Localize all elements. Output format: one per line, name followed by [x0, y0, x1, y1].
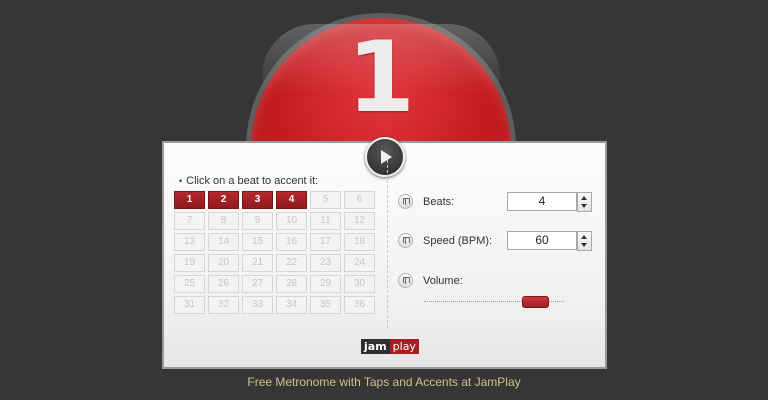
beat-cell[interactable]: 16 — [276, 233, 307, 251]
beat-cell[interactable]: 12 — [344, 212, 375, 230]
current-beat-number: 1 — [346, 21, 416, 135]
logo-part-play: play — [389, 339, 419, 354]
beat-cell[interactable]: 32 — [208, 296, 239, 314]
beat-cell[interactable]: 26 — [208, 275, 239, 293]
beat-grid: 1 2 3 4 5 6 7 8 9 10 11 12 13 14 15 16 17 18 19 20 21 22 23 24 2… — [174, 191, 375, 314]
accent-instruction-text: Click on a beat to accent it: — [186, 175, 319, 187]
speed-label: Speed (BPM): — [423, 235, 493, 247]
beat-cell[interactable]: 28 — [276, 275, 307, 293]
beat-cell[interactable]: 8 — [208, 212, 239, 230]
beat-cell[interactable]: 21 — [242, 254, 273, 272]
decrement-icon[interactable] — [581, 243, 587, 247]
beat-cell[interactable]: 7 — [174, 212, 205, 230]
beat-cell[interactable]: 19 — [174, 254, 205, 272]
beat-cell[interactable]: 29 — [310, 275, 341, 293]
beats-label: Beats: — [423, 196, 455, 208]
beat-cell[interactable]: 33 — [242, 296, 273, 314]
beat-cell[interactable]: 5 — [310, 191, 341, 209]
beat-cell[interactable]: 10 — [276, 212, 307, 230]
footer-caption[interactable]: Free Metronome with Taps and Accents at … — [0, 375, 768, 389]
beat-cell[interactable]: 2 — [208, 191, 239, 209]
beat-cell[interactable]: 24 — [344, 254, 375, 272]
beat-cell[interactable]: 4 — [276, 191, 307, 209]
beat-cell[interactable]: 9 — [242, 212, 273, 230]
accent-instruction: • Click on a beat to accent it: — [179, 175, 319, 187]
beats-stepper[interactable] — [577, 192, 592, 212]
beat-cell[interactable]: 34 — [276, 296, 307, 314]
beat-cell[interactable]: 25 — [174, 275, 205, 293]
logo-part-jam: jam — [361, 339, 390, 354]
beat-cell[interactable]: 1 — [174, 191, 205, 209]
beats-input[interactable]: 4 — [507, 192, 577, 211]
beat-cell[interactable]: 36 — [344, 296, 375, 314]
decrement-icon[interactable] — [581, 204, 587, 208]
beat-cell[interactable]: 18 — [344, 233, 375, 251]
beat-cell[interactable]: 3 — [242, 191, 273, 209]
increment-icon[interactable] — [581, 196, 587, 200]
beat-cell[interactable]: 11 — [310, 212, 341, 230]
beat-cell[interactable]: 6 — [344, 191, 375, 209]
speed-stepper[interactable] — [577, 231, 592, 251]
beat-cell[interactable]: 17 — [310, 233, 341, 251]
volume-label: Volume: — [423, 275, 463, 287]
beat-cell[interactable]: 13 — [174, 233, 205, 251]
panel-divider — [387, 160, 388, 328]
beat-cell[interactable]: 22 — [276, 254, 307, 272]
beat-cell[interactable]: 27 — [242, 275, 273, 293]
metronome-app: 1 • Click on a beat to accent it: 1234567… — [0, 0, 768, 400]
tuning-fork-icon — [398, 233, 413, 248]
beat-cell[interactable]: 15 — [242, 233, 273, 251]
beat-cell[interactable]: 35 — [310, 296, 341, 314]
tuning-fork-icon — [398, 273, 413, 288]
speed-input[interactable]: 60 — [507, 231, 577, 250]
beat-cell[interactable]: 14 — [208, 233, 239, 251]
beat-cell[interactable]: 23 — [310, 254, 341, 272]
beat-cell[interactable]: 20 — [208, 254, 239, 272]
tuning-fork-icon — [398, 194, 413, 209]
increment-icon[interactable] — [581, 235, 587, 239]
volume-slider-thumb[interactable] — [521, 296, 549, 308]
play-button[interactable] — [365, 137, 405, 177]
jamplay-logo[interactable]: jam play — [361, 339, 419, 354]
beat-cell[interactable]: 31 — [174, 296, 205, 314]
beat-cell[interactable]: 30 — [344, 275, 375, 293]
